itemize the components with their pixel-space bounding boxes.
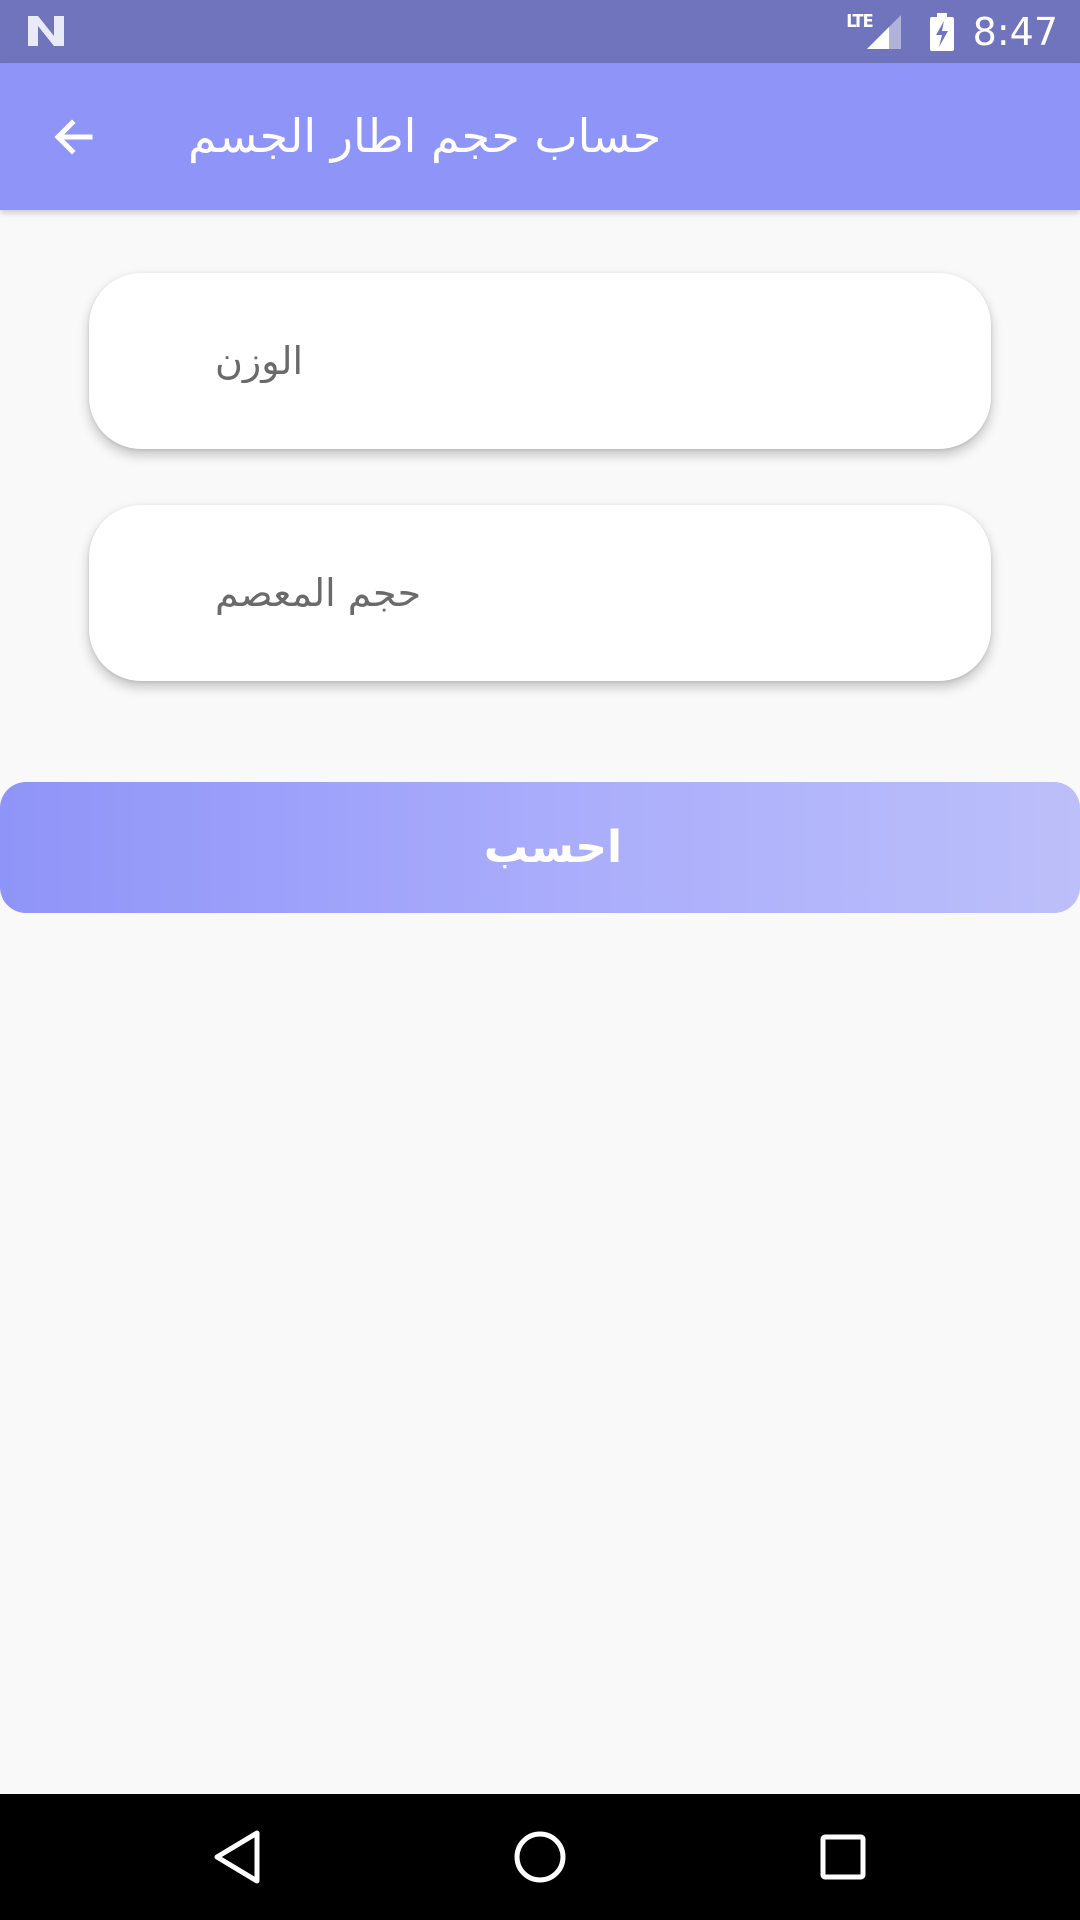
arrow-back-icon bbox=[54, 119, 93, 155]
nav-recent-button[interactable] bbox=[810, 1824, 876, 1890]
wrist-size-input[interactable] bbox=[89, 505, 991, 681]
page-title: حساب حجم اطار الجسم bbox=[188, 109, 662, 163]
calculate-button[interactable]: احسب bbox=[0, 782, 1080, 913]
clock: 8:47 bbox=[972, 9, 1058, 54]
weight-input[interactable] bbox=[89, 273, 991, 449]
nav-home-button[interactable] bbox=[507, 1824, 573, 1890]
battery-charging-icon bbox=[929, 12, 954, 51]
back-button[interactable] bbox=[36, 99, 112, 175]
screen: LTE 8:47 حساب حجم اطار الجسم الوزن حجم ا… bbox=[0, 0, 1080, 1920]
nav-recent-square-icon bbox=[820, 1834, 866, 1880]
nav-back-triangle-icon bbox=[214, 1830, 260, 1884]
nav-back-button[interactable] bbox=[204, 1824, 270, 1890]
app-toolbar: حساب حجم اطار الجسم bbox=[0, 63, 1080, 210]
notification-n-icon bbox=[28, 16, 64, 46]
nav-home-circle-icon bbox=[514, 1831, 566, 1883]
status-icons: LTE 8:47 bbox=[846, 0, 1058, 63]
wrist-field-card bbox=[89, 505, 991, 681]
system-nav-bar bbox=[0, 1794, 1080, 1920]
status-bar: LTE 8:47 bbox=[0, 0, 1080, 63]
weight-field-card bbox=[89, 273, 991, 449]
network-type-label: LTE bbox=[846, 11, 873, 32]
